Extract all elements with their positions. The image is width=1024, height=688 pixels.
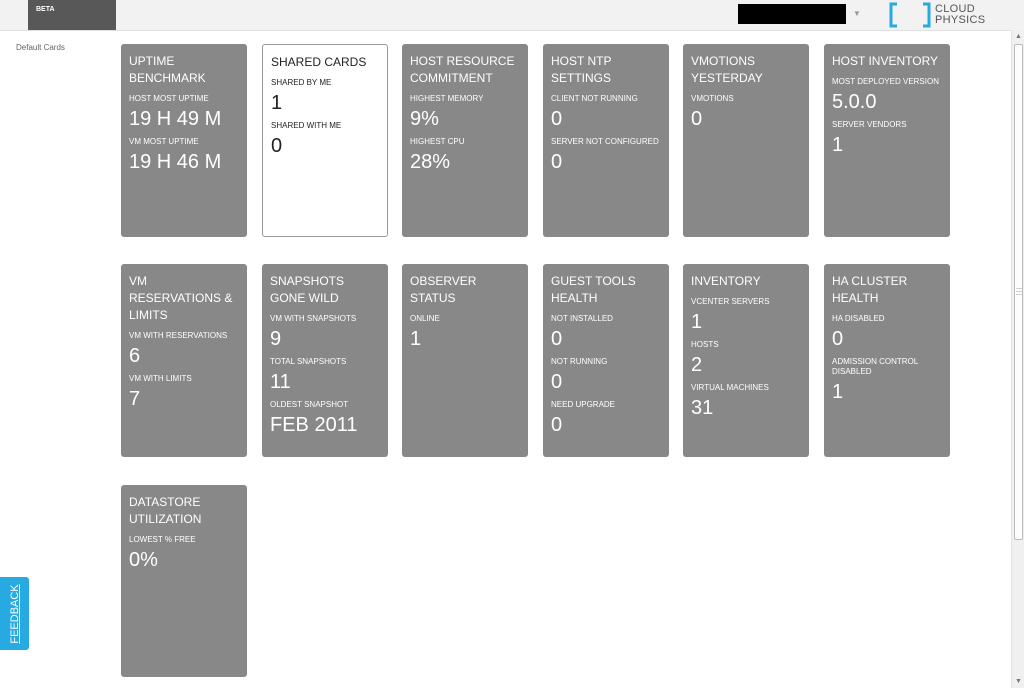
metric-value: 0 <box>551 328 563 350</box>
metric-label: VIRTUAL MACHINES <box>691 383 769 392</box>
metric-label: HIGHEST CPU <box>410 137 465 146</box>
metric-label: HIGHEST MEMORY <box>410 94 484 103</box>
metric-label: VM MOST UPTIME <box>129 137 199 146</box>
chevron-down-icon[interactable]: ▼ <box>853 9 861 18</box>
card-title: INVENTORY <box>691 274 761 288</box>
metric-value: 31 <box>691 397 714 419</box>
card-shared-cards[interactable]: SHARED CARDS SHARED BY ME 1 SHARED WITH ME 0 <box>262 44 388 237</box>
metric-label: SHARED WITH ME <box>271 121 342 130</box>
metric-value: 5.0.0 <box>832 91 877 113</box>
metric-value: 1 <box>410 328 422 350</box>
default-cards-link[interactable]: Default Cards <box>16 43 65 52</box>
card-title: OBSERVER STATUS <box>410 274 477 305</box>
metric-value: 0 <box>551 371 563 393</box>
metric-label: VM WITH SNAPSHOTS <box>270 314 357 323</box>
metric-label: SHARED BY ME <box>271 78 332 87</box>
metric-value: 0 <box>271 135 283 157</box>
metric-value: 19 H 49 M <box>129 108 222 130</box>
scroll-up-icon[interactable]: ▲ <box>1012 30 1024 43</box>
vertical-scrollbar[interactable]: ▲ — — — ▼ <box>1011 30 1024 688</box>
metric-label: SERVER VENDORS <box>832 120 907 129</box>
metric-label: OLDEST SNAPSHOT <box>270 400 349 409</box>
metric-label: VMOTIONS <box>691 94 734 103</box>
card-title: HA CLUSTER HEALTH <box>832 274 908 305</box>
metric-value: 0% <box>129 549 158 571</box>
metric-value: 11 <box>270 371 291 393</box>
metric-value: 19 H 46 M <box>129 151 222 173</box>
card-title: HOST RESOURCE COMMITMENT <box>410 54 515 85</box>
card-snapshots-gone-wild[interactable]: SNAPSHOTS GONE WILD VM WITH SNAPSHOTS 9 TOT… <box>262 264 388 457</box>
logo-text: CLOUD PHYSICS <box>935 4 985 26</box>
card-title: HOST INVENTORY <box>832 54 939 68</box>
card-title: HOST NTP SETTINGS <box>551 54 612 85</box>
beta-tab[interactable]: BETA <box>28 0 116 30</box>
card-title: DATASTORE UTILIZATION <box>129 495 202 526</box>
metric-label: NOT RUNNING <box>551 357 608 366</box>
metric-value: 0 <box>691 108 703 130</box>
metric-value: 1 <box>271 92 283 114</box>
card-title: GUEST TOOLS HEALTH <box>551 274 636 305</box>
scroll-thumb[interactable]: — — — <box>1014 44 1023 540</box>
metric-label: ONLINE <box>410 314 440 323</box>
metric-label: VM WITH RESERVATIONS <box>129 331 228 340</box>
metric-label: VM WITH LIMITS <box>129 374 192 383</box>
grip-icon: — — — <box>1016 286 1022 298</box>
card-guest-tools-health[interactable]: GUEST TOOLS HEALTH NOT INSTALLED 0 NOT RUNN… <box>543 264 669 457</box>
bracket-logo-icon <box>889 2 931 28</box>
metric-label: ADMISSION CONTROL DISABLED <box>832 357 918 376</box>
metric-value: 0 <box>551 414 563 436</box>
metric-value: 0 <box>551 108 563 130</box>
feedback-button[interactable]: FEEDBACK <box>0 577 29 650</box>
card-title: SNAPSHOTS GONE WILD <box>270 274 345 305</box>
metric-value: 2 <box>691 354 703 376</box>
metric-label: NEED UPGRADE <box>551 400 616 409</box>
scroll-down-icon[interactable]: ▼ <box>1012 675 1024 688</box>
card-datastore-utilization[interactable]: DATASTORE UTILIZATION LOWEST % FREE 0% <box>121 485 247 677</box>
metric-label: NOT INSTALLED <box>551 314 613 323</box>
metric-value: 1 <box>832 134 844 156</box>
card-vmotions-yesterday[interactable]: VMOTIONS YESTERDAY VMOTIONS 0 <box>683 44 809 237</box>
metric-value: 6 <box>129 345 141 367</box>
metric-value: 9 <box>270 328 282 350</box>
card-title: VM RESERVATIONS & LIMITS <box>129 274 233 322</box>
metric-value: 1 <box>691 311 703 333</box>
card-uptime-benchmark[interactable]: UPTIME BENCHMARK HOST MOST UPTIME 19 H 49 … <box>121 44 247 237</box>
metric-value: FEB 2011 <box>270 414 358 436</box>
metric-label: HA DISABLED <box>832 314 885 323</box>
beta-label: BETA <box>36 6 55 13</box>
metric-value: 7 <box>129 388 141 410</box>
metric-label: CLIENT NOT RUNNING <box>551 94 638 103</box>
feedback-label: FEEDBACK <box>8 583 21 644</box>
metric-label: VCENTER SERVERS <box>691 297 770 306</box>
metric-value: 0 <box>551 151 563 173</box>
metric-label: LOWEST % FREE <box>129 535 196 544</box>
metric-label: HOSTS <box>691 340 719 349</box>
logo-text-line2: PHYSICS <box>935 14 986 26</box>
card-host-resource-commitment[interactable]: HOST RESOURCE COMMITMENT HIGHEST MEMORY 9%… <box>402 44 528 237</box>
card-title: VMOTIONS YESTERDAY <box>691 54 763 85</box>
metric-value: 0 <box>832 328 844 350</box>
metric-value: 28% <box>410 151 451 173</box>
card-host-inventory[interactable]: HOST INVENTORY MOST DEPLOYED VERSION 5.0.0… <box>824 44 950 237</box>
metric-value: 9% <box>410 108 439 130</box>
card-host-ntp-settings[interactable]: HOST NTP SETTINGS CLIENT NOT RUNNING 0 SERV… <box>543 44 669 237</box>
card-vm-reservations-limits[interactable]: VM RESERVATIONS & LIMITS VM WITH RESERVAT… <box>121 264 247 457</box>
metric-label: MOST DEPLOYED VERSION <box>832 77 939 86</box>
metric-label: SERVER NOT CONFIGURED <box>551 137 659 146</box>
card-ha-cluster-health[interactable]: HA CLUSTER HEALTH HA DISABLED 0 ADMISSION C… <box>824 264 950 457</box>
card-title: SHARED CARDS <box>271 55 367 69</box>
metric-value: 1 <box>832 381 844 403</box>
cloudphysics-logo: CLOUD PHYSICS <box>889 2 989 28</box>
card-inventory[interactable]: INVENTORY VCENTER SERVERS 1 HOSTS 2 VIRTUAL M… <box>683 264 809 457</box>
top-bar: BETA ▼ CLOUD PHYSICS <box>0 0 1024 31</box>
user-menu-redacted[interactable] <box>738 4 846 24</box>
metric-label: TOTAL SNAPSHOTS <box>270 357 347 366</box>
card-observer-status[interactable]: OBSERVER STATUS ONLINE 1 <box>402 264 528 457</box>
metric-label: HOST MOST UPTIME <box>129 94 209 103</box>
card-title: UPTIME BENCHMARK <box>129 54 206 85</box>
